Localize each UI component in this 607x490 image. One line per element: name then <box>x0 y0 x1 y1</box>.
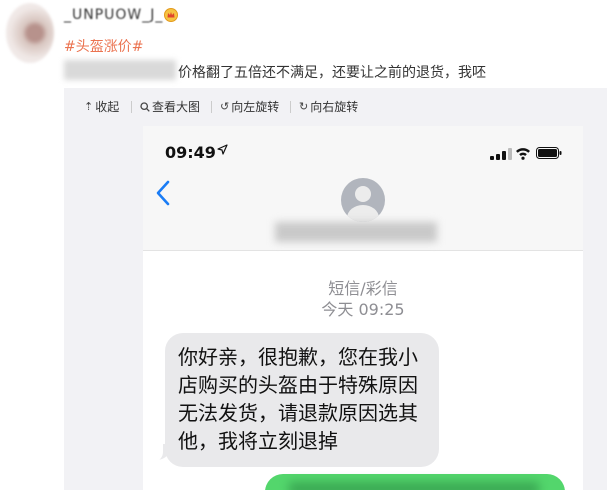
wifi-icon <box>516 148 530 160</box>
post-text: 价格翻了五倍还不满足，还要让之前的退货，我呸 <box>178 65 486 81</box>
rotate-left-icon: ↺ <box>220 100 230 113</box>
incoming-message-bubble: 你好亲，很抱歉，您在我小店购买的头盔由于特殊原因无法发货，请退款原因选其他，我将… <box>165 333 439 467</box>
username[interactable]: _UNPUOW_J_ <box>64 7 163 23</box>
hashtag-link[interactable]: #头盔涨价# <box>64 36 143 56</box>
sms-screenshot-image[interactable]: 09:49 短信/彩信 今天 09:25 你好亲，很抱歉，您在我小店购买的头盔由… <box>143 126 583 490</box>
toolbar-divider <box>290 101 291 113</box>
back-chevron-icon[interactable] <box>153 178 173 208</box>
rotate-right-label: 向右旋转 <box>310 100 359 114</box>
collapse-icon: ⇡ <box>84 100 94 113</box>
location-arrow-icon <box>217 144 228 155</box>
view-large-button[interactable]: 查看大图 <box>140 98 200 115</box>
contact-avatar[interactable] <box>341 178 385 222</box>
message-date: 今天 09:25 <box>321 300 405 319</box>
cellular-signal-icon <box>490 148 512 160</box>
outgoing-text-blurred <box>289 482 539 490</box>
view-large-label: 查看大图 <box>152 100 201 114</box>
crown-badge-icon <box>164 8 178 22</box>
rotate-right-button[interactable]: ↻ 向右旋转 <box>299 98 358 115</box>
toolbar-divider <box>211 101 212 113</box>
rotate-left-button[interactable]: ↺ 向左旋转 <box>220 98 279 115</box>
collapse-label: 收起 <box>95 100 120 114</box>
mention-blurred <box>64 60 176 80</box>
battery-icon <box>536 147 562 159</box>
rotate-left-label: 向左旋转 <box>231 100 280 114</box>
status-time: 09:49 <box>165 143 216 162</box>
collapse-button[interactable]: ⇡ 收起 <box>84 98 119 115</box>
magnifier-icon <box>140 101 150 112</box>
messages-header: 09:49 <box>143 126 583 251</box>
toolbar-divider <box>131 101 132 113</box>
rotate-right-icon: ↻ <box>299 100 309 113</box>
user-avatar[interactable] <box>6 3 54 63</box>
contact-name-blurred <box>275 222 437 242</box>
